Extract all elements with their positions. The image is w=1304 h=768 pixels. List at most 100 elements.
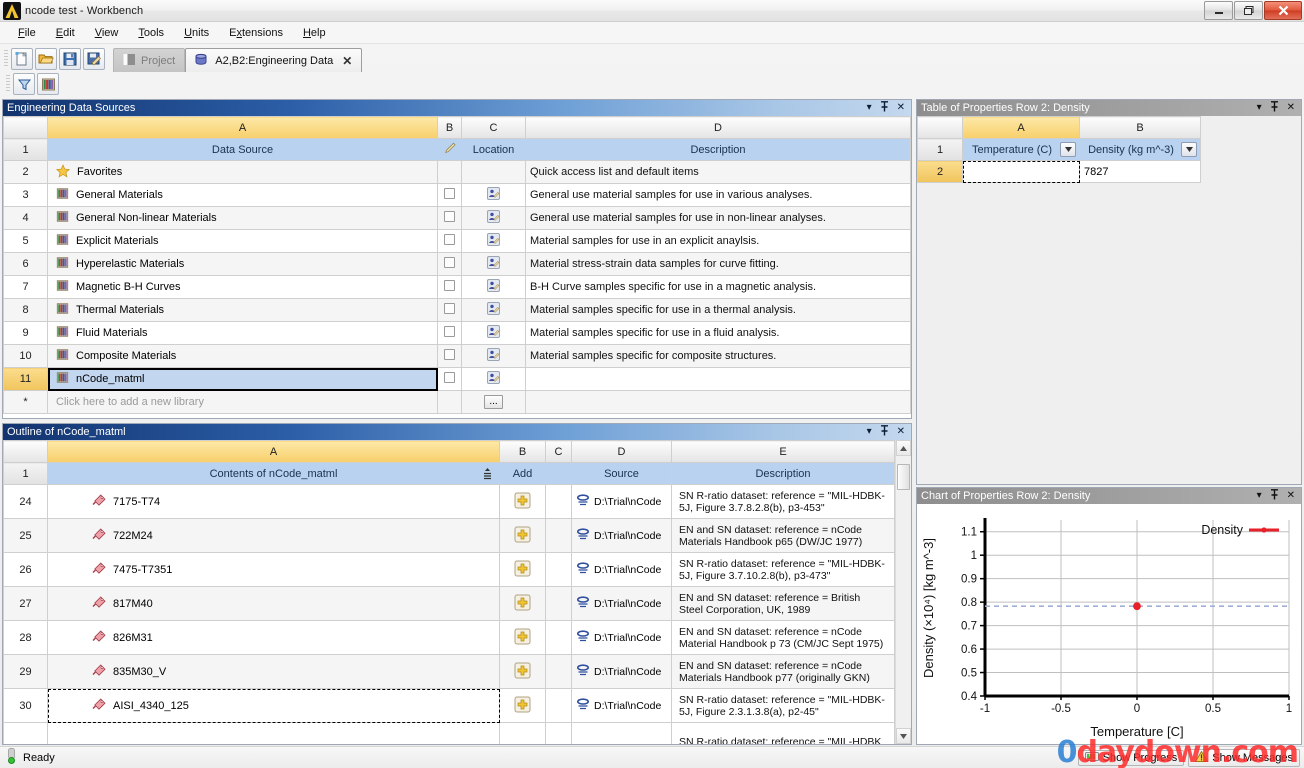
column-density-header[interactable]: Density (kg m^-3) [1079, 138, 1201, 161]
menu-view[interactable]: View [85, 25, 129, 41]
enable-checkbox-cell[interactable] [437, 252, 462, 276]
column-header-d[interactable]: D [571, 440, 672, 463]
data-source-name-cell[interactable]: General Non-linear Materials [47, 206, 438, 230]
temperature-value-cell[interactable] [962, 160, 1080, 183]
data-source-name-cell[interactable]: Composite Materials [47, 344, 438, 368]
add-cell[interactable] [499, 586, 546, 621]
add-plus-icon[interactable] [514, 696, 531, 716]
location-edit-icon[interactable] [486, 279, 501, 296]
source-cell[interactable]: D:\Trial\nCode [571, 552, 672, 587]
location-edit-icon[interactable] [486, 371, 501, 388]
menu-extensions[interactable]: Extensions [219, 25, 293, 41]
location-cell[interactable] [461, 298, 526, 322]
table-row[interactable]: 7 Magnetic B-H Curves B-H Curve samples … [3, 275, 911, 299]
enable-checkbox[interactable] [444, 211, 455, 222]
toolbar-grip-2[interactable] [6, 75, 10, 93]
chevron-down-icon[interactable] [1060, 142, 1076, 157]
browse-cell[interactable]: ... [461, 390, 526, 414]
table-row[interactable]: 8 Thermal Materials Material samples spe… [3, 298, 911, 322]
column-temperature-header[interactable]: Temperature (C) [962, 138, 1080, 161]
ellipsis-button[interactable]: ... [484, 395, 503, 409]
engineering-data-sources-icon[interactable] [37, 73, 59, 95]
add-cell[interactable] [499, 518, 546, 553]
tab-project[interactable]: Project [113, 48, 186, 72]
add-plus-icon[interactable] [514, 492, 531, 512]
panel-pin-icon[interactable] [880, 101, 889, 115]
column-header-d[interactable]: D [525, 116, 911, 139]
scroll-down-arrow[interactable] [896, 728, 911, 744]
table-row[interactable]: 9 Fluid Materials Material samples speci… [3, 321, 911, 345]
location-cell[interactable] [461, 367, 526, 391]
table-row[interactable]: 2 Favorites Quick access list and defaul… [3, 160, 911, 184]
chevron-down-icon[interactable] [1181, 142, 1197, 157]
source-cell[interactable]: D:\Trial\nCode [571, 688, 672, 723]
source-cell[interactable]: D:\Trial\nCode [571, 518, 672, 553]
add-cell[interactable] [499, 688, 546, 723]
location-cell[interactable] [461, 252, 526, 276]
table-row[interactable]: 5 Explicit Materials Material samples fo… [3, 229, 911, 253]
list-item[interactable]: 25 722M24 D:\Trial\nCode EN and SN datas… [3, 518, 895, 553]
menu-edit[interactable]: Edit [46, 25, 85, 41]
panel-pin-icon[interactable] [1270, 489, 1279, 503]
panel-pin-icon[interactable] [1270, 101, 1279, 115]
panel-menu-icon[interactable]: ▾ [1257, 491, 1262, 501]
add-cell[interactable] [499, 484, 546, 519]
new-file-icon[interactable] [11, 48, 33, 70]
data-source-name-cell[interactable]: General Materials [47, 183, 438, 207]
table-row[interactable]: 2 7827 [917, 160, 1201, 183]
list-item[interactable]: 24 7175-T74 D:\Trial\nCode SN R-ratio da… [3, 484, 895, 519]
sort-icon[interactable] [482, 467, 493, 484]
data-source-name-cell[interactable]: nCode_matml [47, 367, 438, 391]
table-row[interactable]: 6 Hyperelastic Materials Material stress… [3, 252, 911, 276]
source-cell[interactable]: D:\Trial\nCode [571, 586, 672, 621]
add-cell[interactable] [499, 552, 546, 587]
panel-pin-icon[interactable] [880, 425, 889, 439]
save-icon[interactable] [59, 48, 81, 70]
list-item[interactable]: 27 817M40 D:\Trial\nCode EN and SN datas… [3, 586, 895, 621]
location-edit-icon[interactable] [486, 187, 501, 204]
material-name-cell[interactable]: 7475-T7351 [47, 552, 500, 587]
filter-icon[interactable] [13, 73, 35, 95]
enable-checkbox-cell[interactable] [437, 344, 462, 368]
add-new-library-row[interactable]: * Click here to add a new library ... [3, 390, 911, 414]
location-cell[interactable] [461, 206, 526, 230]
restore-button[interactable] [1234, 1, 1263, 20]
material-name-cell[interactable]: 722M24 [47, 518, 500, 553]
add-plus-icon[interactable] [514, 560, 531, 580]
enable-checkbox[interactable] [444, 188, 455, 199]
scrollbar-thumb[interactable] [897, 464, 910, 490]
enable-checkbox-cell[interactable] [437, 206, 462, 230]
close-icon[interactable]: ✕ [342, 54, 352, 68]
column-header-a[interactable]: A [962, 116, 1080, 139]
column-header-a[interactable]: A [47, 440, 500, 463]
material-name-cell[interactable]: 835M30_V [47, 654, 500, 689]
location-cell[interactable] [461, 321, 526, 345]
table-row[interactable]: 4 General Non-linear Materials General u… [3, 206, 911, 230]
outline-scrollbar[interactable] [895, 440, 911, 744]
material-name-cell[interactable]: 7175-T74 [47, 484, 500, 519]
add-cell[interactable] [499, 654, 546, 689]
panel-menu-icon[interactable]: ▾ [867, 103, 872, 113]
menu-units[interactable]: Units [174, 25, 219, 41]
data-source-name-cell[interactable]: Magnetic B-H Curves [47, 275, 438, 299]
save-as-icon[interactable] [83, 48, 105, 70]
enable-checkbox[interactable] [444, 372, 455, 383]
show-messages-button[interactable]: Show Messages [1188, 748, 1300, 767]
location-edit-icon[interactable] [486, 210, 501, 227]
menu-help[interactable]: Help [293, 25, 336, 41]
enable-checkbox[interactable] [444, 234, 455, 245]
list-item-selected[interactable]: 30 AISI_4340_125 D:\Trial\nCode SN R-rat… [3, 688, 895, 723]
location-cell[interactable] [461, 183, 526, 207]
enable-checkbox[interactable] [444, 257, 455, 268]
column-header-b[interactable]: B [1079, 116, 1201, 139]
material-name-cell[interactable]: 817M40 [47, 586, 500, 621]
column-header-b[interactable]: B [499, 440, 546, 463]
list-item[interactable]: 29 835M30_V D:\Trial\nCode EN and SN dat… [3, 654, 895, 689]
add-plus-icon[interactable] [514, 594, 531, 614]
column-header-e[interactable]: E [671, 440, 895, 463]
add-cell[interactable] [499, 620, 546, 655]
table-row[interactable]: 3 General Materials General use material… [3, 183, 911, 207]
table-row[interactable]: 10 Composite Materials Material samples … [3, 344, 911, 368]
enable-checkbox[interactable] [444, 280, 455, 291]
location-cell[interactable] [461, 229, 526, 253]
